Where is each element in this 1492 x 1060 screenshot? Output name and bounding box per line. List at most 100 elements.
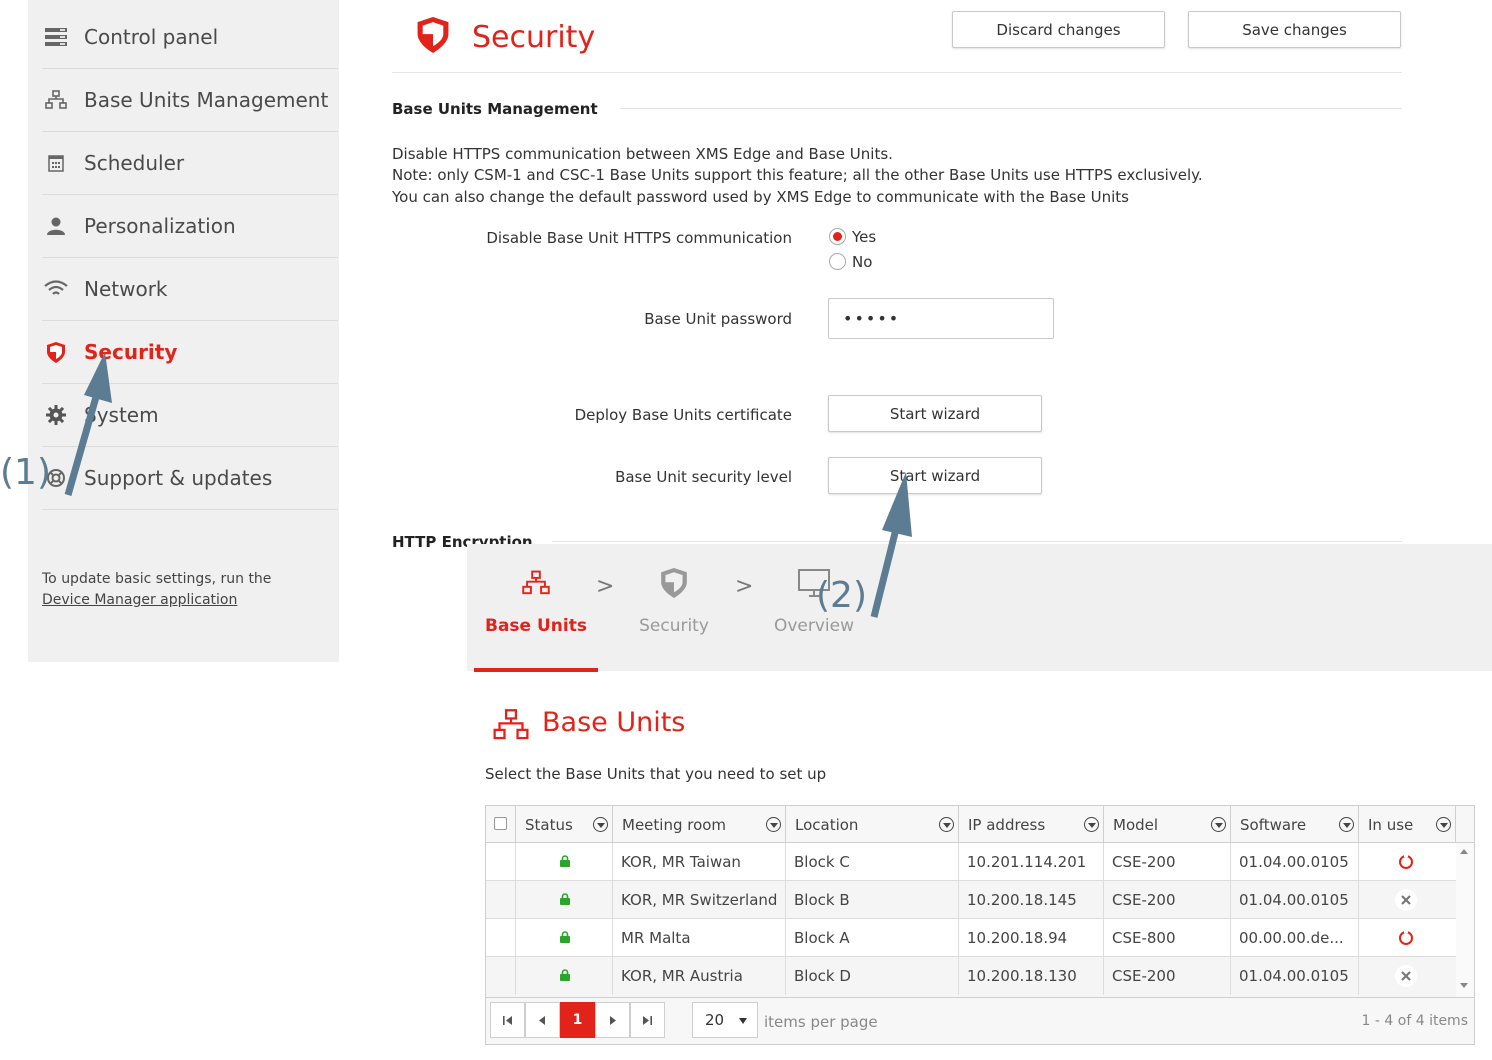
filter-icon[interactable] [1339,817,1354,832]
filter-icon[interactable] [1084,817,1099,832]
https-no-radio[interactable] [829,253,846,270]
column-header-label: In use [1368,815,1414,834]
gear-icon [42,405,70,425]
https-no-label: No [852,253,873,271]
sidebar-item-base-units-management[interactable]: Base Units Management [42,69,338,132]
row-checkbox-cell [486,919,516,957]
column-header-label: Meeting room [622,815,727,834]
model-cell: CSE-200 [1104,843,1231,881]
chevron-down-icon [739,1018,747,1024]
sidebar-item-scheduler[interactable]: Scheduler [42,132,338,195]
scroll-down-icon[interactable] [1460,983,1468,988]
grid-header: Status Meeting room Location IP address … [486,806,1474,843]
description-line: Note: only CSM-1 and CSC-1 Base Units su… [392,166,1203,184]
lock-icon [560,969,570,981]
status-cell [516,919,613,957]
network-icon [493,708,529,746]
sidebar-item-network[interactable]: Network [42,258,338,321]
column-header-label: IP address [968,815,1046,834]
filter-icon[interactable] [766,817,781,832]
column-header-ip-address[interactable]: IP address [959,806,1104,843]
row-checkbox-cell [486,881,516,919]
select-all-checkbox[interactable] [494,817,507,830]
last-page-icon [643,1015,652,1025]
software-cell: 01.04.00.0105 [1231,881,1359,919]
base-units-grid: Status Meeting room Location IP address … [485,805,1475,1045]
previous-page-button[interactable] [525,1002,560,1038]
sidebar-item-security[interactable]: Security [42,321,338,384]
https-yes-label: Yes [852,228,877,246]
column-header-label: Software [1240,815,1307,834]
ip-address-cell: 10.200.18.145 [959,881,1104,919]
sidebar-item-personalization[interactable]: Personalization [42,195,338,258]
deploy-start-wizard-button[interactable]: Start wizard [828,395,1042,432]
password-field[interactable]: ••••• [828,298,1054,339]
table-row[interactable]: KOR, MR Taiwan Block C 10.201.114.201 CS… [486,843,1456,881]
column-header-meeting-room[interactable]: Meeting room [613,806,786,843]
page-size-select[interactable]: 20 [692,1002,758,1038]
column-header-label: Status [525,815,573,834]
active-step-indicator [474,668,598,672]
filter-icon[interactable] [593,817,608,832]
filter-icon[interactable] [1436,817,1451,832]
calendar-icon [42,154,70,172]
sidebar-note-text: To update basic settings, run the [42,571,272,587]
wizard-step-label: Base Units [485,616,587,636]
filter-icon[interactable] [1211,817,1226,832]
page-title: Security [472,20,596,55]
deploy-certificate-label: Deploy Base Units certificate [574,406,792,424]
sidebar-item-label: Support & updates [84,466,273,490]
lock-icon [560,893,570,905]
last-page-button[interactable] [630,1002,665,1038]
scroll-up-icon[interactable] [1460,849,1468,854]
sidebar-note: To update basic settings, run the Device… [42,569,271,611]
column-header-model[interactable]: Model [1104,806,1231,843]
security-level-label: Base Unit security level [615,468,792,486]
wizard-step-security[interactable]: Security [609,566,739,636]
column-header-in-use[interactable]: In use [1359,806,1456,843]
section-divider [620,108,1402,109]
in-use-ring-icon [1395,927,1417,949]
software-cell: 01.04.00.0105 [1231,957,1359,995]
grid-scrollbar[interactable] [1456,843,1474,997]
first-page-icon [503,1015,512,1025]
table-row[interactable]: KOR, MR Switzerland Block B 10.200.18.14… [486,881,1456,919]
first-page-button[interactable] [490,1002,525,1038]
save-changes-button[interactable]: Save changes [1188,11,1401,48]
column-header-label: Model [1113,815,1159,834]
security-level-start-wizard-button[interactable]: Start wizard [828,457,1042,494]
column-header-software[interactable]: Software [1231,806,1359,843]
in-use-cross-icon [1395,889,1417,911]
sidebar-item-label: System [84,403,159,427]
table-row[interactable]: KOR, MR Austria Block D 10.200.18.130 CS… [486,957,1456,997]
status-cell [516,843,613,881]
current-page-button[interactable]: 1 [560,1002,595,1038]
column-header-status[interactable]: Status [516,806,613,843]
next-page-button[interactable] [595,1002,630,1038]
device-manager-link[interactable]: Device Manager application [42,590,271,611]
sidebar-item-control-panel[interactable]: Control panel [42,6,338,69]
location-cell: Block D [786,957,959,995]
meeting-room-cell: KOR, MR Taiwan [613,843,786,881]
discard-changes-button[interactable]: Discard changes [952,11,1165,48]
network-icon [42,90,70,110]
https-yes-radio[interactable] [829,228,846,245]
in-use-cross-icon [1395,965,1417,987]
header-divider [392,72,1402,73]
shield-icon [609,566,739,600]
model-cell: CSE-200 [1104,881,1231,919]
column-header-location[interactable]: Location [786,806,959,843]
model-cell: CSE-200 [1104,957,1231,995]
sidebar-item-label: Security [84,340,178,364]
network-icon [471,566,601,600]
sidebar-item-support-updates[interactable]: Support & updates [42,447,338,510]
filter-icon[interactable] [939,817,954,832]
lock-icon [560,855,570,867]
location-cell: Block A [786,919,959,957]
sidebar-item-system[interactable]: System [42,384,338,447]
table-row[interactable]: MR Malta Block A 10.200.18.94 CSE-800 00… [486,919,1456,957]
ip-address-cell: 10.200.18.130 [959,957,1104,995]
in-use-ring-icon [1395,851,1417,873]
sidebar-item-label: Scheduler [84,151,185,175]
wizard-step-base-units[interactable]: Base Units [471,566,601,636]
